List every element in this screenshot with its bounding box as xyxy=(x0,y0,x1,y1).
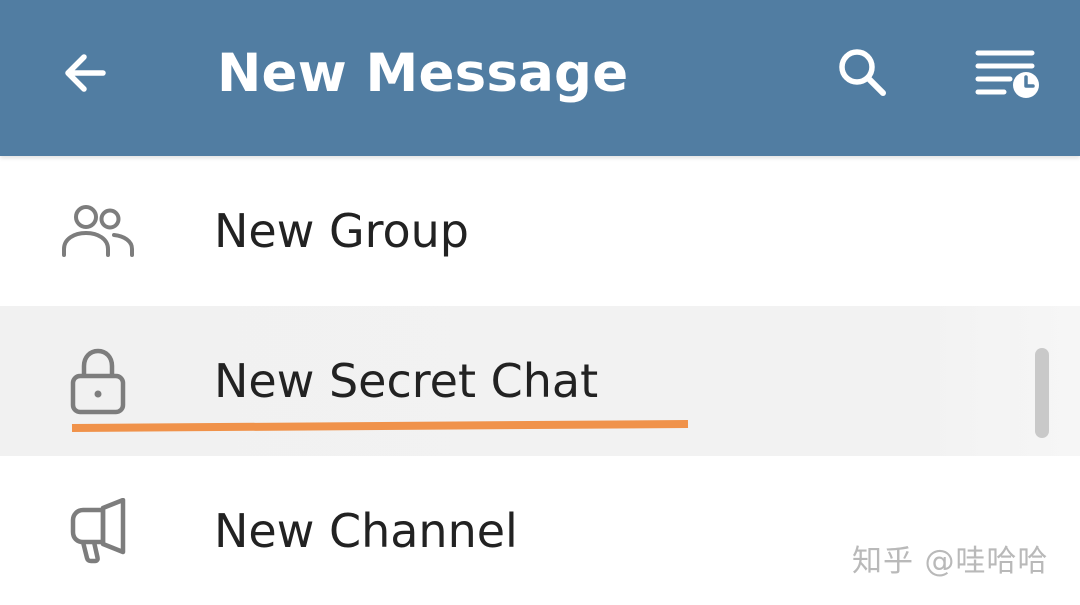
group-icon xyxy=(58,196,138,266)
sort-button[interactable] xyxy=(962,28,1052,118)
menu-item-label: New Group xyxy=(214,204,469,258)
lock-icon xyxy=(58,346,138,416)
page-title: New Message xyxy=(217,43,629,104)
search-icon xyxy=(839,49,886,96)
menu-item-new-secret-chat[interactable]: New Secret Chat xyxy=(0,306,1080,456)
new-message-screen: New Message New Group New Secret Chat Ne… xyxy=(0,0,1080,605)
menu-item-label: New Secret Chat xyxy=(214,354,599,408)
arrow-left-icon xyxy=(65,54,106,92)
watermark: 知乎 @哇哈哈 xyxy=(852,544,1049,579)
toolbar: New Message xyxy=(0,0,1080,156)
search-button[interactable] xyxy=(818,28,908,118)
new-message-menu: New Group New Secret Chat New Channel xyxy=(0,156,1080,605)
menu-item-label: New Channel xyxy=(214,504,518,558)
menu-item-new-group[interactable]: New Group xyxy=(0,156,1080,306)
megaphone-icon xyxy=(58,496,138,566)
sort-by-time-icon xyxy=(975,50,1039,98)
back-button[interactable] xyxy=(40,28,130,118)
scrollbar[interactable] xyxy=(1035,348,1049,438)
